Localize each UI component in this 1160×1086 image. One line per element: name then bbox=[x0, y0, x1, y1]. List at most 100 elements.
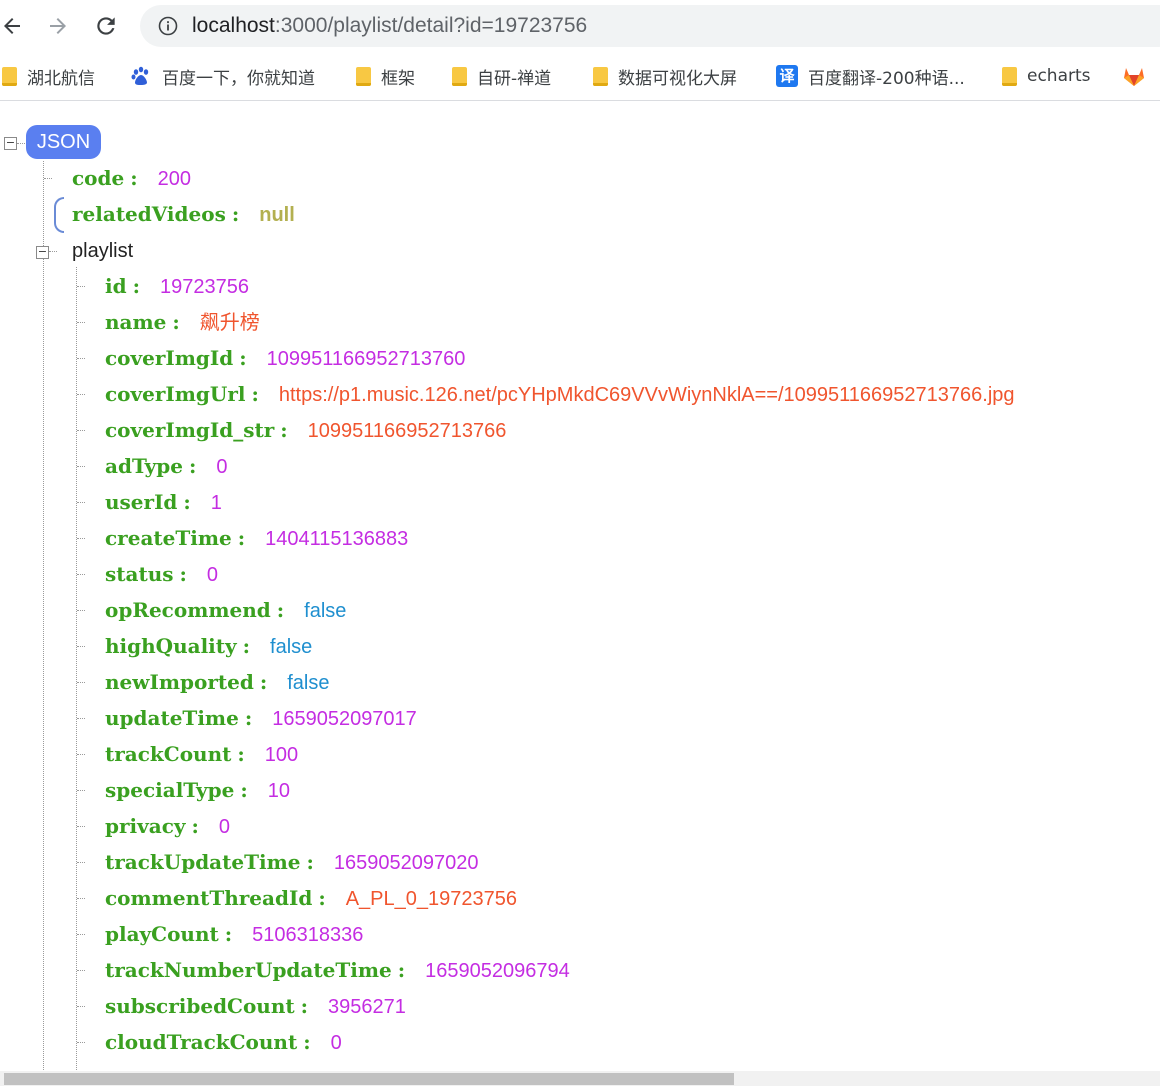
json-key: code bbox=[72, 166, 125, 190]
bookmark-item[interactable]: 自研-禅道 bbox=[452, 54, 551, 98]
json-value: 0 bbox=[218, 816, 231, 838]
folder-icon bbox=[593, 66, 608, 86]
json-colon: : bbox=[242, 634, 251, 658]
collapse-playlist-toggle[interactable]: − bbox=[36, 246, 49, 259]
json-colon: : bbox=[172, 310, 180, 334]
tree-connector bbox=[77, 1042, 85, 1043]
bookmark-label: 百度翻译-200种语... bbox=[808, 68, 965, 89]
bookmark-item[interactable]: 百度一下，你就知道 bbox=[130, 54, 315, 98]
bookmark-label: 自研-禅道 bbox=[477, 68, 552, 89]
tree-connector bbox=[77, 934, 85, 935]
json-value: false bbox=[270, 636, 313, 658]
json-value: false bbox=[287, 672, 330, 694]
bookmark-label: 湖北航信 bbox=[27, 68, 95, 89]
info-icon[interactable] bbox=[158, 16, 178, 36]
json-value: 1404115136883 bbox=[265, 528, 409, 550]
json-key: trackUpdateTime bbox=[105, 850, 301, 874]
json-row: adType:0 bbox=[105, 448, 227, 484]
json-row: name: 飙升榜 bbox=[105, 304, 260, 340]
json-colon: : bbox=[259, 670, 268, 694]
address-bar[interactable]: localhost:3000/playlist/detail?id=197237… bbox=[140, 5, 1160, 47]
bookmark-item[interactable]: echarts bbox=[1002, 54, 1091, 98]
json-key: relatedVideos bbox=[72, 202, 226, 226]
json-root-badge: JSON bbox=[26, 125, 101, 159]
tree-connector bbox=[77, 322, 85, 323]
json-row: trackCount:100 bbox=[105, 736, 298, 772]
tree-connector bbox=[77, 862, 85, 863]
url-text: localhost:3000/playlist/detail?id=197237… bbox=[192, 5, 587, 47]
bookmark-label: 框架 bbox=[381, 68, 415, 89]
json-colon: : bbox=[191, 814, 199, 838]
json-value: 0 bbox=[216, 456, 228, 478]
tree-connector bbox=[77, 610, 85, 611]
tree-connector bbox=[77, 358, 85, 359]
horizontal-scrollbar[interactable] bbox=[0, 1071, 1160, 1086]
back-arrow-icon bbox=[4, 18, 20, 34]
hover-bracket bbox=[54, 197, 64, 233]
tree-connector bbox=[77, 430, 85, 431]
json-row: updateTime:1659052097017 bbox=[105, 700, 417, 736]
back-button[interactable] bbox=[0, 10, 28, 42]
json-key: trackNumberUpdateTime bbox=[105, 958, 392, 982]
json-row: trackNumberUpdateTime:1659052096794 bbox=[105, 952, 570, 988]
forward-arrow-icon bbox=[50, 18, 66, 34]
json-row: id:19723756 bbox=[105, 268, 249, 304]
folder-icon bbox=[1002, 66, 1017, 86]
json-value: 200 bbox=[157, 168, 191, 190]
tree-connector bbox=[77, 466, 85, 467]
json-row: specialType:10 bbox=[105, 772, 290, 808]
tree-connector bbox=[77, 538, 85, 539]
folder-icon bbox=[452, 66, 467, 86]
json-value: 19723756 bbox=[159, 276, 249, 298]
bookmark-item[interactable]: 湖北航信 bbox=[2, 54, 95, 98]
bookmark-item[interactable] bbox=[1122, 54, 1156, 98]
tree-connector bbox=[49, 251, 57, 252]
tree-connector bbox=[77, 718, 85, 719]
bookmark-item[interactable]: 数据可视化大屏 bbox=[593, 54, 737, 98]
json-value: 1 bbox=[210, 492, 222, 514]
tree-guide bbox=[43, 161, 44, 1086]
json-colon: : bbox=[237, 526, 246, 550]
json-key: commentThreadId bbox=[105, 886, 313, 910]
forward-button[interactable] bbox=[42, 10, 74, 42]
json-row: playCount:5106318336 bbox=[105, 916, 363, 952]
bookmark-item[interactable]: 框架 bbox=[356, 54, 415, 98]
json-row-playlist: playlist bbox=[72, 232, 133, 268]
json-colon: : bbox=[300, 994, 309, 1018]
json-key: coverImgId_str bbox=[105, 418, 275, 442]
json-viewer: − JSON code: 200 relatedVideos: null − pla… bbox=[0, 101, 1160, 1086]
gitlab-fox-icon bbox=[1122, 65, 1146, 87]
json-colon: : bbox=[244, 706, 253, 730]
folder-icon bbox=[356, 66, 371, 86]
json-value: 109951166952713766 bbox=[307, 420, 507, 442]
json-value: 1659052097017 bbox=[272, 708, 417, 730]
json-row: commentThreadId: A_PL_0_19723756 bbox=[105, 880, 517, 916]
json-key: adType bbox=[105, 454, 183, 478]
json-row: opRecommend: false bbox=[105, 592, 346, 628]
json-row: coverImgId_str:109951166952713766 bbox=[105, 412, 506, 448]
tree-connector bbox=[77, 970, 85, 971]
json-value: 10 bbox=[267, 780, 290, 802]
tree-connector bbox=[77, 1006, 85, 1007]
json-value: 1659052096794 bbox=[425, 960, 570, 982]
json-value: 100 bbox=[264, 744, 299, 766]
json-colon: : bbox=[224, 922, 233, 946]
json-row: highQuality: false bbox=[105, 628, 312, 664]
bookmark-label: echarts bbox=[1027, 66, 1091, 86]
tree-connector bbox=[77, 502, 85, 503]
scrollbar-thumb[interactable] bbox=[4, 1073, 734, 1085]
json-row-relatedvideos: relatedVideos: null bbox=[72, 196, 295, 232]
bookmark-item[interactable]: 译 百度翻译-200种语... bbox=[776, 54, 965, 98]
reload-button[interactable] bbox=[90, 10, 122, 42]
json-colon: : bbox=[318, 886, 326, 910]
folder-icon bbox=[2, 66, 17, 86]
collapse-root-toggle[interactable]: − bbox=[4, 137, 17, 150]
json-row: privacy:0 bbox=[105, 808, 230, 844]
json-key: coverImgId bbox=[105, 346, 234, 370]
json-value: false bbox=[304, 600, 347, 622]
tree-connector bbox=[77, 394, 85, 395]
json-key: cloudTrackCount bbox=[105, 1030, 298, 1054]
json-key: subscribedCount bbox=[105, 994, 295, 1018]
json-row: createTime:1404115136883 bbox=[105, 520, 408, 556]
json-colon: : bbox=[237, 742, 245, 766]
